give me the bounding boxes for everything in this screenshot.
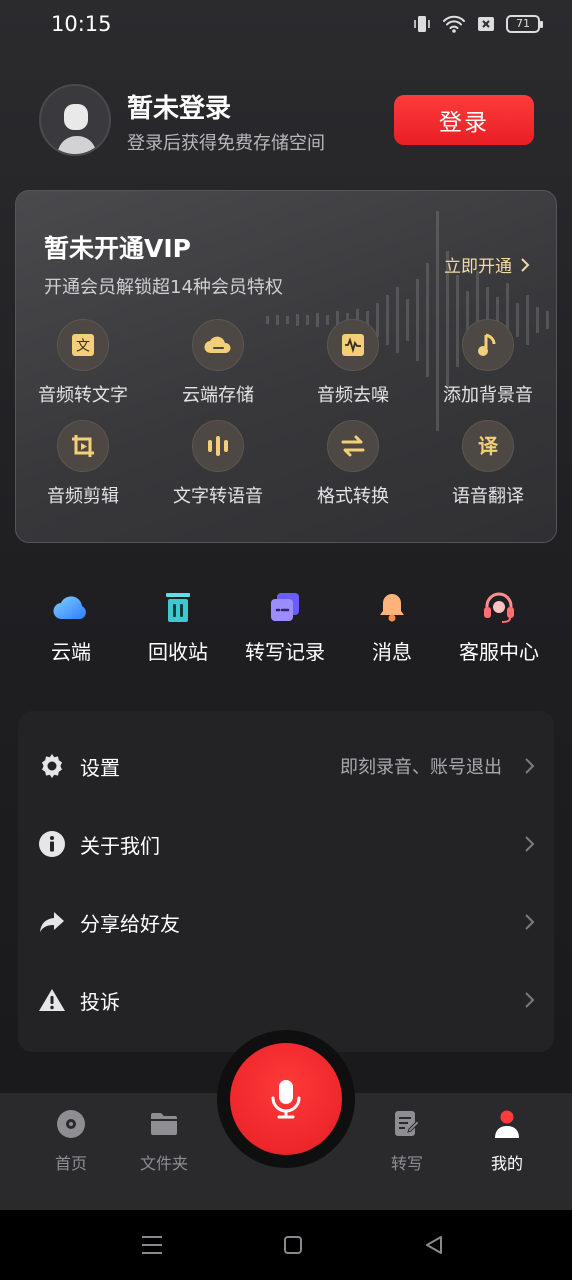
sim-off-icon — [478, 17, 494, 31]
status-icons: 71 — [412, 14, 543, 34]
voice-bars-icon — [192, 420, 244, 472]
chevron-right-icon — [525, 758, 535, 774]
status-bar: 10:15 71 — [0, 0, 572, 50]
vibrate-icon — [414, 16, 430, 32]
denoise-icon — [327, 319, 379, 371]
quick-action-label: 客服中心 — [459, 640, 539, 664]
edit-note-icon — [391, 1108, 423, 1140]
vip-open-label: 立即开通 — [444, 257, 512, 277]
quick-action-messages[interactable]: 消息 — [337, 588, 447, 665]
vip-feature-cloud-storage[interactable]: 云端存储 — [153, 319, 283, 419]
quick-action-label: 云端 — [51, 640, 91, 664]
back-icon[interactable] — [424, 1235, 444, 1255]
nav-home[interactable]: 首页 — [31, 1108, 111, 1174]
vip-feature-text-to-speech[interactable]: 文字转语音 — [153, 420, 283, 520]
translate-icon: 译 — [462, 420, 514, 472]
feature-label: 添加背景音 — [443, 385, 533, 406]
vip-feature-voice-translate[interactable]: 译 语音翻译 — [423, 420, 553, 520]
home-square-icon[interactable] — [283, 1235, 303, 1255]
nav-transcribe[interactable]: 转写 — [367, 1108, 447, 1174]
gear-icon — [38, 752, 66, 780]
nav-folder[interactable]: 文件夹 — [124, 1108, 204, 1174]
swap-icon — [327, 420, 379, 472]
music-note-icon — [462, 319, 514, 371]
share-icon — [38, 908, 66, 936]
info-icon — [38, 830, 66, 858]
menu-item-label: 设置 — [80, 755, 120, 780]
cloud-icon — [52, 588, 90, 626]
quick-action-customer-service[interactable]: 客服中心 — [444, 588, 554, 665]
nav-label: 文件夹 — [139, 1154, 188, 1173]
chevron-right-icon — [525, 836, 535, 852]
feature-label: 格式转换 — [317, 486, 389, 507]
nav-label: 转写 — [390, 1154, 423, 1173]
feature-label: 语音翻译 — [452, 486, 524, 507]
quick-action-label: 转写记录 — [245, 640, 325, 664]
menu-item-settings[interactable]: 设置 即刻录音、账号退出 — [18, 727, 554, 805]
menu-item-label: 关于我们 — [80, 833, 160, 858]
microphone-icon — [271, 1080, 301, 1119]
login-button[interactable]: 登录 — [394, 95, 534, 145]
trash-icon — [159, 588, 197, 626]
folder-icon — [148, 1108, 180, 1140]
cloud-icon — [192, 319, 244, 371]
crop-icon — [57, 420, 109, 472]
profile-subtitle: 登录后获得免费存储空间 — [127, 133, 325, 154]
svg-text:文: 文 — [76, 339, 90, 355]
battery-icon: 71 — [506, 15, 543, 33]
quick-action-label: 回收站 — [148, 640, 208, 664]
vip-feature-background-music[interactable]: 添加背景音 — [423, 319, 553, 419]
menu-item-share[interactable]: 分享给好友 — [18, 883, 554, 961]
vip-title: 暂未开通VIP — [44, 234, 191, 263]
menu-item-complaint[interactable]: 投诉 — [18, 961, 554, 1039]
nav-label: 首页 — [54, 1154, 87, 1173]
vip-feature-audio-edit[interactable]: 音频剪辑 — [18, 420, 148, 520]
quick-action-transcript-history[interactable]: 转写记录 — [230, 588, 340, 665]
nav-mine[interactable]: 我的 — [467, 1108, 547, 1174]
default-avatar-icon — [57, 104, 97, 154]
chevron-right-icon — [521, 257, 530, 272]
avatar[interactable] — [39, 84, 111, 156]
svg-text:译: 译 — [478, 434, 499, 458]
menu-icon[interactable] — [141, 1235, 163, 1255]
feature-label: 文字转语音 — [173, 486, 263, 507]
vip-subtitle: 开通会员解锁超14种会员特权 — [44, 277, 283, 298]
transcript-icon — [266, 588, 304, 626]
warning-icon — [38, 986, 66, 1014]
vip-feature-denoise[interactable]: 音频去噪 — [288, 319, 418, 419]
chevron-right-icon — [525, 992, 535, 1008]
record-button[interactable] — [230, 1043, 342, 1155]
nav-label: 我的 — [490, 1154, 523, 1173]
vip-feature-format-convert[interactable]: 格式转换 — [288, 420, 418, 520]
feature-label: 音频去噪 — [317, 385, 389, 406]
menu-item-value: 即刻录音、账号退出 — [340, 757, 502, 778]
chevron-right-icon — [525, 914, 535, 930]
status-time: 10:15 — [51, 12, 112, 36]
profile-title[interactable]: 暂未登录 — [127, 88, 231, 125]
vip-feature-audio-to-text[interactable]: 文 音频转文字 — [18, 319, 148, 419]
headset-icon — [480, 588, 518, 626]
settings-list: 设置 即刻录音、账号退出 关于我们 分享给好友 投诉 — [18, 711, 554, 1052]
text-icon: 文 — [57, 319, 109, 371]
person-icon — [491, 1108, 523, 1140]
quick-action-label: 消息 — [372, 640, 412, 664]
menu-item-label: 投诉 — [80, 989, 120, 1014]
wifi-icon — [443, 15, 465, 33]
vip-card[interactable]: 暂未开通VIP 开通会员解锁超14种会员特权 立即开通 文 音频转文字 云端存储… — [15, 190, 557, 543]
bell-icon — [373, 588, 411, 626]
home-disc-icon — [55, 1108, 87, 1140]
vip-open-link[interactable]: 立即开通 — [444, 252, 530, 277]
system-nav-bar — [0, 1210, 572, 1280]
feature-label: 音频转文字 — [38, 385, 128, 406]
quick-action-cloud[interactable]: 云端 — [16, 588, 126, 665]
menu-item-label: 分享给好友 — [80, 911, 180, 936]
quick-action-recycle-bin[interactable]: 回收站 — [123, 588, 233, 665]
menu-item-about-us[interactable]: 关于我们 — [18, 805, 554, 883]
feature-label: 云端存储 — [182, 385, 254, 406]
feature-label: 音频剪辑 — [47, 486, 119, 507]
